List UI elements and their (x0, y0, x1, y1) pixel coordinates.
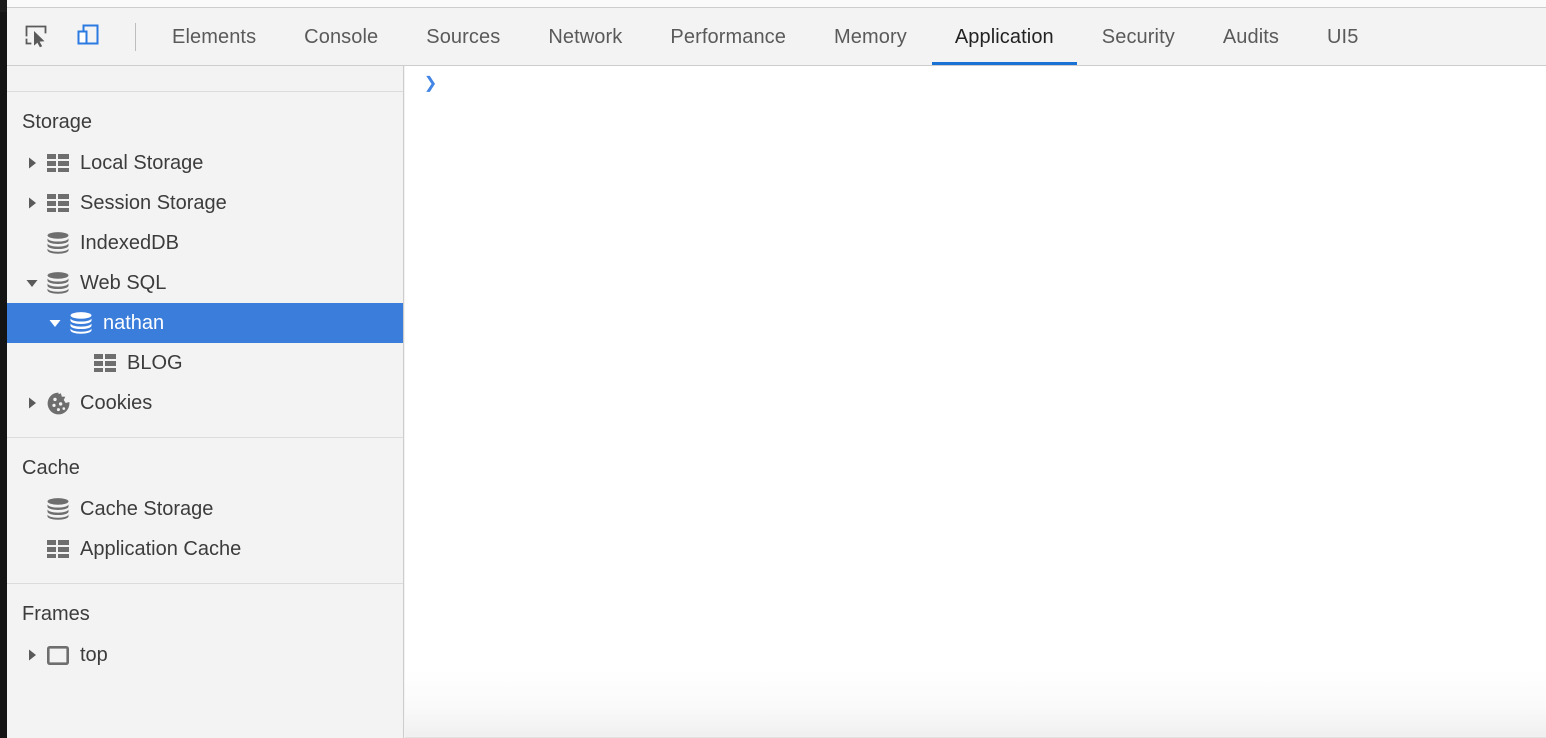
window-top-strip (0, 0, 1546, 8)
cookie-icon (45, 391, 71, 415)
sidebar-item-indexeddb[interactable]: IndexedDB (7, 223, 403, 263)
inspect-element-icon (23, 22, 49, 53)
sidebar-section-frames: Frames top (7, 584, 403, 689)
frame-icon (45, 643, 71, 667)
tab-ui5[interactable]: UI5 (1303, 9, 1382, 65)
tab-label: Audits (1222, 25, 1280, 48)
table-icon (45, 191, 71, 215)
chevron-down-icon[interactable] (22, 273, 42, 293)
table-icon (45, 151, 71, 175)
tab-label: Network (548, 25, 623, 48)
sidebar-item-application-cache[interactable]: Application Cache (7, 529, 403, 569)
sidebar-section-title: Storage (22, 111, 93, 133)
sidebar-item-label: Cache Storage (80, 498, 214, 520)
sidebar-item-label: IndexedDB (80, 232, 179, 254)
sidebar-item-label: Cookies (80, 392, 153, 414)
tab-label: Memory (834, 25, 907, 48)
tab-elements[interactable]: Elements (148, 9, 280, 65)
application-content-panel[interactable]: ❯ (405, 66, 1546, 738)
tab-label: Console (304, 25, 379, 48)
sidebar-item-label: Session Storage (80, 192, 227, 214)
tab-network[interactable]: Network (524, 9, 646, 65)
tab-application[interactable]: Application (931, 9, 1078, 65)
tab-label: Application (954, 25, 1054, 48)
sidebar-item-blog[interactable]: BLOG (7, 343, 403, 383)
inspect-element-button[interactable] (17, 18, 55, 56)
sidebar-section-title: Cache (22, 457, 80, 479)
panel-bottom-gradient (405, 670, 1546, 738)
chevron-down-icon[interactable] (45, 313, 65, 333)
devtools-tabbar: Elements Console Sources Network Perform… (0, 9, 1546, 66)
sidebar-item-label: top (80, 644, 108, 666)
sidebar-section-storage: Storage Local Storage Session Storage Index… (7, 92, 403, 438)
tab-security[interactable]: Security (1078, 9, 1199, 65)
tab-audits[interactable]: Audits (1199, 9, 1303, 65)
database-icon (45, 497, 71, 521)
database-icon (45, 231, 71, 255)
toolbar-buttons (0, 9, 140, 65)
chevron-right-icon[interactable] (22, 645, 42, 665)
sidebar-item-nathan[interactable]: nathan (7, 303, 403, 343)
chevron-right-icon[interactable] (22, 193, 42, 213)
sidebar-item-label: Local Storage (80, 152, 204, 174)
panel-tabs: Elements Console Sources Network Perform… (148, 9, 1382, 65)
tab-performance[interactable]: Performance (646, 9, 810, 65)
tab-label: Elements (172, 25, 257, 48)
tab-memory[interactable]: Memory (810, 9, 931, 65)
sidebar-item-cookies[interactable]: Cookies (7, 383, 403, 423)
device-toolbar-button[interactable] (69, 18, 107, 56)
table-icon (45, 537, 71, 561)
tab-label: Sources (426, 25, 501, 48)
tab-label: UI5 (1327, 25, 1359, 48)
sidebar-item-session-storage[interactable]: Session Storage (7, 183, 403, 223)
tab-console[interactable]: Console (280, 9, 402, 65)
sidebar-section-cache: Cache Cache Storage Application Cache (7, 438, 403, 584)
table-icon (92, 351, 118, 375)
window-left-edge-top (0, 0, 7, 12)
console-prompt-chevron-icon[interactable]: ❯ (424, 73, 437, 95)
sidebar-item-local-storage[interactable]: Local Storage (7, 143, 403, 183)
database-icon (68, 311, 94, 335)
device-toolbar-icon (75, 22, 101, 53)
sidebar-section-title: Frames (22, 603, 90, 625)
sidebar-item-cache-storage[interactable]: Cache Storage (7, 489, 403, 529)
devtools-window: Elements Console Sources Network Perform… (0, 0, 1546, 738)
application-sidebar: Storage Local Storage Session Storage Index… (7, 66, 404, 738)
toolbar-separator (135, 23, 136, 51)
sidebar-item-label: BLOG (127, 352, 183, 374)
sidebar-item-top[interactable]: top (7, 635, 403, 675)
sidebar-tree: Storage Local Storage Session Storage Index… (7, 92, 403, 689)
window-left-edge (0, 0, 7, 738)
tab-sources[interactable]: Sources (402, 9, 524, 65)
sidebar-item-label: Application Cache (80, 538, 242, 560)
tab-label: Security (1101, 25, 1175, 48)
sidebar-item-web-sql[interactable]: Web SQL (7, 263, 403, 303)
chevron-right-icon[interactable] (22, 393, 42, 413)
sidebar-item-label: Web SQL (80, 272, 167, 294)
sidebar-toolbar (7, 66, 403, 92)
chevron-right-icon[interactable] (22, 153, 42, 173)
sidebar-item-label: nathan (103, 312, 165, 334)
database-icon (45, 271, 71, 295)
tab-label: Performance (670, 25, 786, 48)
